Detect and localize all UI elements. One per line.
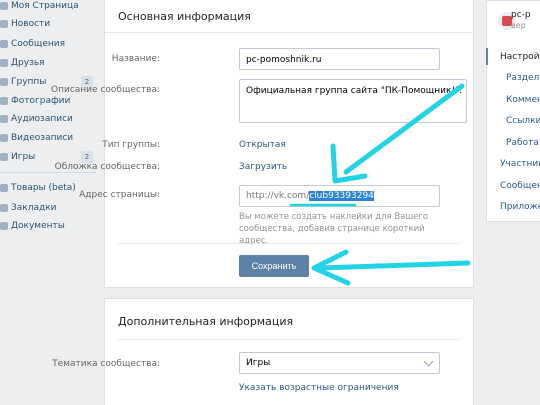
- arrow-to-save: [311, 249, 471, 286]
- arrow-to-address: [330, 83, 465, 184]
- annotation-arrows: [290, 83, 471, 286]
